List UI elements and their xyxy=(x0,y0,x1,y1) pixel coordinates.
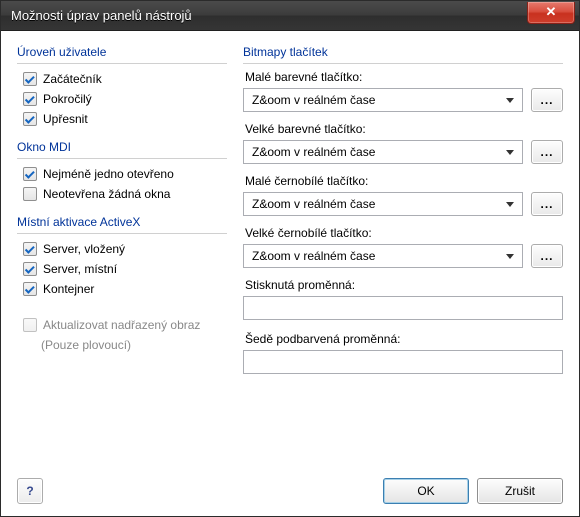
checkbox-icon xyxy=(23,92,37,106)
check-refine[interactable]: Upřesnit xyxy=(17,110,227,130)
group-legend: Okno MDI xyxy=(17,140,227,156)
chevron-down-icon xyxy=(506,150,514,155)
check-label: Začátečník xyxy=(43,72,102,86)
checkbox-icon xyxy=(23,187,37,201)
check-label: Server, vložený xyxy=(43,242,125,256)
checkbox-icon xyxy=(23,112,37,126)
checkbox-icon xyxy=(23,318,37,332)
chevron-down-icon xyxy=(506,98,514,103)
label-small-color: Malé barevné tlačítko: xyxy=(245,70,563,84)
combo-value: Z&oom v reálném čase xyxy=(252,145,375,159)
checkbox-icon xyxy=(23,242,37,256)
checkbox-icon xyxy=(23,282,37,296)
client-area: Úroveň uživatele Začátečník Pokročilý Up… xyxy=(1,31,579,516)
close-button[interactable]: ✕ xyxy=(527,2,575,24)
browse-large-mono[interactable]: ... xyxy=(531,244,563,268)
label-pressed-var: Stisknutá proměnná: xyxy=(245,278,563,292)
check-advanced[interactable]: Pokročilý xyxy=(17,90,227,110)
help-icon: ? xyxy=(26,484,33,498)
group-bitmaps: Bitmapy tlačítek Malé barevné tlačítko: … xyxy=(243,45,563,268)
check-label: Neotevřena žádná okna xyxy=(43,187,170,201)
cancel-button[interactable]: Zrušit xyxy=(477,478,563,504)
group-activex: Místní aktivace ActiveX Server, vložený … xyxy=(17,215,227,300)
check-server-local[interactable]: Server, místní xyxy=(17,260,227,280)
chevron-down-icon xyxy=(506,254,514,259)
group-mdi: Okno MDI Nejméně jedno otevřeno Neotevře… xyxy=(17,140,227,205)
footer: ? OK Zrušit xyxy=(17,478,563,504)
label-large-mono: Velké černobílé tlačítko: xyxy=(245,226,563,240)
divider xyxy=(17,158,227,159)
checkbox-icon xyxy=(23,72,37,86)
check-label: Server, místní xyxy=(43,262,117,276)
chevron-down-icon xyxy=(506,202,514,207)
group-user-level: Úroveň uživatele Začátečník Pokročilý Up… xyxy=(17,45,227,130)
dialog-window: Možnosti úprav panelů nástrojů ✕ Úroveň … xyxy=(0,0,580,517)
check-beginner[interactable]: Začátečník xyxy=(17,70,227,90)
close-icon: ✕ xyxy=(546,4,557,20)
browse-small-mono[interactable]: ... xyxy=(531,192,563,216)
window-title: Možnosti úprav panelů nástrojů xyxy=(11,8,192,23)
combo-value: Z&oom v reálném čase xyxy=(252,249,375,263)
checkbox-icon xyxy=(23,262,37,276)
combo-small-mono[interactable]: Z&oom v reálném čase xyxy=(243,192,523,216)
label-gray-var: Šedě podbarvená proměnná: xyxy=(245,332,563,346)
group-legend: Úroveň uživatele xyxy=(17,45,227,61)
check-container[interactable]: Kontejner xyxy=(17,280,227,300)
group-legend: Bitmapy tlačítek xyxy=(243,45,563,61)
label-large-color: Velké barevné tlačítko: xyxy=(245,122,563,136)
check-update-parent: Aktualizovat nadřazený obraz xyxy=(17,316,227,336)
ok-button[interactable]: OK xyxy=(383,478,469,504)
note-floating-only: (Pouze plovoucí) xyxy=(17,336,227,352)
combo-small-color[interactable]: Z&oom v reálném čase xyxy=(243,88,523,112)
combo-large-color[interactable]: Z&oom v reálném čase xyxy=(243,140,523,164)
browse-small-color[interactable]: ... xyxy=(531,88,563,112)
divider xyxy=(243,63,563,64)
divider xyxy=(17,63,227,64)
check-label: Pokročilý xyxy=(43,92,92,106)
check-label: Nejméně jedno otevřeno xyxy=(43,167,174,181)
browse-large-color[interactable]: ... xyxy=(531,140,563,164)
label-small-mono: Malé černobílé tlačítko: xyxy=(245,174,563,188)
check-mdi-none[interactable]: Neotevřena žádná okna xyxy=(17,185,227,205)
check-server-embedded[interactable]: Server, vložený xyxy=(17,240,227,260)
combo-value: Z&oom v reálném čase xyxy=(252,93,375,107)
help-button[interactable]: ? xyxy=(17,478,43,504)
check-label: Upřesnit xyxy=(43,112,88,126)
checkbox-icon xyxy=(23,167,37,181)
combo-value: Z&oom v reálném čase xyxy=(252,197,375,211)
titlebar: Možnosti úprav panelů nástrojů ✕ xyxy=(1,1,579,31)
check-label: Kontejner xyxy=(43,282,94,296)
group-update-parent: Aktualizovat nadřazený obraz (Pouze plov… xyxy=(17,316,227,352)
combo-large-mono[interactable]: Z&oom v reálném čase xyxy=(243,244,523,268)
input-gray-var[interactable] xyxy=(243,350,563,374)
input-pressed-var[interactable] xyxy=(243,296,563,320)
group-legend: Místní aktivace ActiveX xyxy=(17,215,227,231)
check-mdi-atleast[interactable]: Nejméně jedno otevřeno xyxy=(17,165,227,185)
check-label: Aktualizovat nadřazený obraz xyxy=(43,318,200,332)
divider xyxy=(17,233,227,234)
